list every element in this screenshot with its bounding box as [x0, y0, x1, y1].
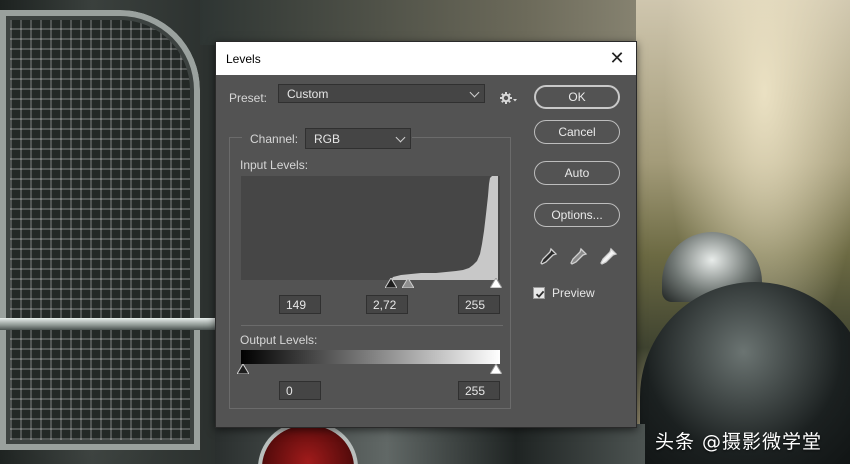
output-black-field[interactable]: 0: [279, 381, 321, 400]
dialog-titlebar[interactable]: Levels ✕: [216, 42, 636, 75]
cancel-button[interactable]: Cancel: [534, 120, 620, 144]
preset-options-gear-icon[interactable]: [498, 90, 518, 106]
gray-point-eyedropper-icon[interactable]: [568, 247, 588, 267]
input-gamma-field[interactable]: 2,72: [366, 295, 408, 314]
input-white-slider[interactable]: [490, 278, 502, 288]
preset-value: Custom: [287, 87, 329, 101]
divider: [241, 325, 503, 326]
watermark-text: 头条 @摄影微学堂: [655, 431, 823, 453]
output-white-slider[interactable]: [490, 364, 502, 374]
chevron-down-icon: [469, 87, 480, 98]
checkmark-icon: [535, 290, 545, 298]
input-black-slider[interactable]: [385, 278, 397, 288]
channel-label: Channel:: [250, 132, 299, 146]
output-white-field[interactable]: 255: [458, 381, 500, 400]
car-grille: [0, 10, 200, 450]
histogram: [241, 176, 500, 280]
close-icon[interactable]: ✕: [604, 46, 630, 70]
auto-button[interactable]: Auto: [534, 161, 620, 185]
input-white-field[interactable]: 255: [458, 295, 500, 314]
chevron-down-icon: [395, 132, 406, 143]
black-point-eyedropper-icon[interactable]: [538, 247, 558, 267]
channel-value: RGB: [314, 132, 341, 146]
input-gamma-slider[interactable]: [402, 278, 414, 288]
options-button[interactable]: Options...: [534, 203, 620, 227]
output-gradient-bar: [241, 350, 500, 364]
preview-checkbox[interactable]: [533, 287, 545, 299]
histogram-graph: [391, 176, 498, 280]
chrome-bumper: [0, 318, 220, 330]
histogram-area: [391, 176, 498, 280]
dialog-title: Levels: [226, 52, 261, 66]
white-point-eyedropper-icon[interactable]: [598, 247, 618, 267]
input-black-field[interactable]: 149: [279, 295, 321, 314]
output-black-slider[interactable]: [237, 364, 249, 374]
levels-dialog: Levels ✕ Preset: Custom Channel: RGB Inp…: [215, 41, 637, 428]
preset-label: Preset:: [229, 91, 268, 105]
ok-button[interactable]: OK: [534, 85, 620, 109]
preset-select[interactable]: Custom: [278, 84, 485, 103]
output-levels-label: Output Levels:: [240, 333, 318, 347]
channel-select[interactable]: RGB: [305, 128, 411, 149]
input-levels-label: Input Levels:: [240, 158, 309, 172]
preview-label[interactable]: Preview: [552, 286, 595, 300]
